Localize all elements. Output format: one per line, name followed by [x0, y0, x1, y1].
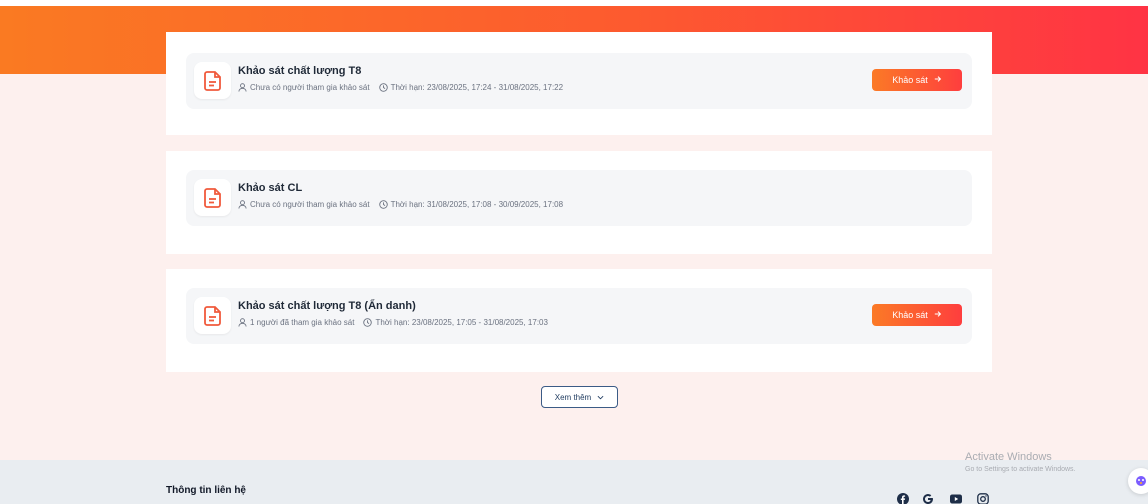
- survey-meta: Chưa có người tham gia khảo sát Thời hạn…: [238, 200, 563, 209]
- user-icon: [238, 83, 247, 92]
- activate-windows-title: Activate Windows: [965, 451, 1052, 463]
- participants-text: 1 người đã tham gia khảo sát: [250, 318, 355, 327]
- take-survey-label: Khảo sát: [892, 310, 928, 320]
- participants-text: Chưa có người tham gia khảo sát: [250, 200, 370, 209]
- survey-title: Khảo sát CL: [238, 182, 303, 194]
- survey-item[interactable]: Khảo sát chất lượng T8 (Ẩn danh) 1 người…: [186, 288, 972, 344]
- chevron-down-icon: [597, 393, 604, 402]
- arrow-right-icon: [934, 75, 942, 85]
- instagram-icon[interactable]: [976, 492, 990, 504]
- document-icon: [194, 62, 231, 99]
- survey-title: Khảo sát chất lượng T8 (Ẩn danh): [238, 300, 416, 312]
- survey-title: Khảo sát chất lượng T8: [238, 65, 362, 77]
- survey-meta: Chưa có người tham gia khảo sát Thời hạn…: [238, 83, 563, 92]
- load-more-label: Xem thêm: [554, 392, 592, 402]
- survey-card: Khảo sát CL Chưa có người tham gia khảo …: [166, 151, 992, 254]
- activate-windows-watermark: Activate Windows Go to Settings to activ…: [965, 451, 1076, 475]
- facebook-icon[interactable]: [896, 492, 910, 504]
- google-icon[interactable]: [921, 492, 935, 504]
- user-icon: [238, 318, 247, 327]
- take-survey-button[interactable]: Khảo sát: [872, 304, 962, 326]
- deadline-text: Thời hạn: 23/08/2025, 17:24 - 31/08/2025…: [390, 83, 564, 92]
- deadline-text: Thời hạn: 23/08/2025, 17:05 - 31/08/2025…: [375, 318, 548, 327]
- clock-icon: [378, 200, 388, 209]
- assistant-icon: [1136, 476, 1146, 486]
- participants-text: Chưa có người tham gia khảo sát: [250, 83, 370, 92]
- clock-icon: [363, 318, 373, 327]
- activate-windows-subtitle: Go to Settings to activate Windows.: [965, 466, 1076, 473]
- youtube-icon[interactable]: [949, 492, 963, 504]
- take-survey-label: Khảo sát: [892, 75, 928, 85]
- take-survey-button[interactable]: Khảo sát: [872, 69, 962, 91]
- deadline-text: Thời hạn: 31/08/2025, 17:08 - 30/09/2025…: [390, 200, 564, 209]
- survey-item[interactable]: Khảo sát CL Chưa có người tham gia khảo …: [186, 170, 972, 226]
- survey-card: Khảo sát chất lượng T8 (Ẩn danh) 1 người…: [166, 269, 992, 372]
- arrow-right-icon: [934, 310, 942, 320]
- user-icon: [238, 200, 247, 209]
- document-icon: [194, 179, 231, 216]
- load-more-button[interactable]: Xem thêm: [541, 386, 618, 408]
- clock-icon: [378, 83, 388, 92]
- document-icon: [194, 297, 231, 334]
- top-strip: [0, 0, 1148, 6]
- survey-item[interactable]: Khảo sát chất lượng T8 Chưa có người tha…: [186, 53, 972, 109]
- floating-chat-button[interactable]: [1128, 468, 1148, 494]
- survey-card: Khảo sát chất lượng T8 Chưa có người tha…: [166, 32, 992, 135]
- footer-contact-title: Thông tin liên hệ: [166, 485, 246, 496]
- survey-meta: 1 người đã tham gia khảo sát Thời hạn: 2…: [238, 318, 548, 327]
